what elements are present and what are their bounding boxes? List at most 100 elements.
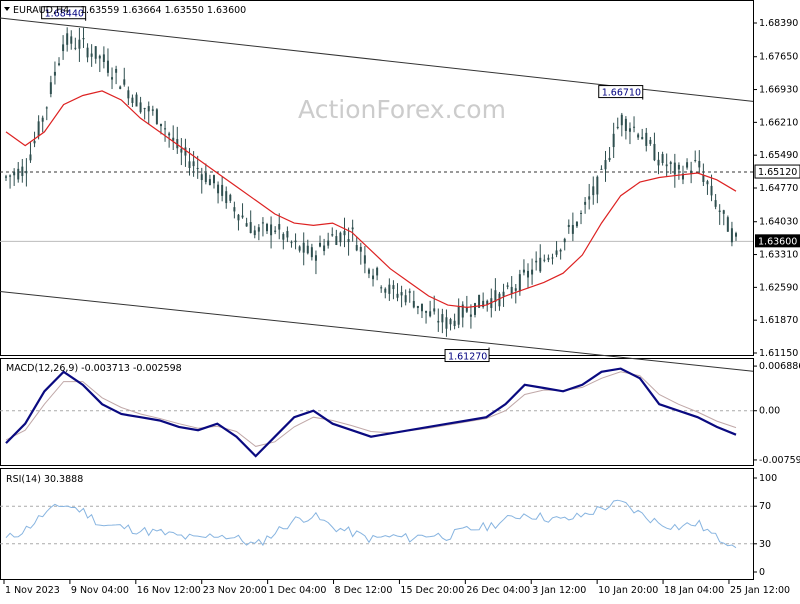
candle xyxy=(706,179,709,195)
candle xyxy=(347,227,350,256)
candle xyxy=(400,285,403,308)
candle xyxy=(123,67,126,87)
chart-window: ActionForex.com 1.65120 1.63600 1.68440 1.… xyxy=(0,0,800,600)
candle-body xyxy=(396,293,399,298)
candle xyxy=(53,61,56,85)
candle-body xyxy=(677,164,680,170)
candle xyxy=(298,245,301,253)
candle xyxy=(245,217,248,227)
candle-body xyxy=(592,186,595,196)
candle xyxy=(441,308,444,334)
price-tick-label: 1.64770 xyxy=(759,183,798,194)
candle-body xyxy=(278,224,281,230)
watermark: ActionForex.com xyxy=(298,95,506,124)
candle xyxy=(600,165,603,170)
candle xyxy=(653,132,656,162)
candle-body xyxy=(543,259,546,261)
candle-body xyxy=(147,106,150,112)
candle xyxy=(543,254,546,263)
candle-body xyxy=(123,79,126,85)
candle xyxy=(151,105,154,116)
candle-body xyxy=(425,310,428,313)
macd-signal-line xyxy=(5,371,737,447)
chart-ohlc: 1.63559 1.63664 1.63550 1.63600 xyxy=(80,5,246,16)
candle-body xyxy=(584,201,587,205)
candle-body xyxy=(70,36,73,44)
candle-body xyxy=(351,227,354,230)
candle-body xyxy=(90,53,93,57)
candle-body xyxy=(115,68,118,73)
candle-body xyxy=(441,314,444,323)
candle-body xyxy=(127,90,130,99)
candle xyxy=(514,284,517,304)
candle-body xyxy=(392,285,395,290)
candle xyxy=(392,280,395,300)
macd-panel-frame xyxy=(0,358,754,466)
candle xyxy=(355,236,358,252)
macd-label: MACD(12,26,9) -0.003713 -0.002598 xyxy=(6,363,182,374)
candle-body xyxy=(730,228,733,243)
candle xyxy=(21,158,24,183)
candle xyxy=(233,201,236,219)
candle xyxy=(649,136,652,146)
candle-body xyxy=(608,157,611,161)
candle xyxy=(111,67,114,90)
candle-body xyxy=(347,239,350,243)
candle xyxy=(266,222,269,235)
candle xyxy=(518,269,521,296)
candle-body xyxy=(498,293,501,307)
candle xyxy=(425,310,428,324)
candle xyxy=(686,158,689,170)
x-tick-label: 18 Jan 04:00 xyxy=(664,585,724,596)
candle xyxy=(5,174,7,182)
candle xyxy=(306,239,309,255)
x-tick-label: 15 Dec 20:00 xyxy=(400,585,464,596)
candle xyxy=(730,221,733,247)
candle xyxy=(527,263,530,289)
x-tick-label: 1 Nov 2023 xyxy=(5,585,60,596)
candle xyxy=(302,232,305,266)
candle xyxy=(217,181,220,204)
candle-body xyxy=(335,236,338,245)
candle-body xyxy=(5,176,7,178)
price-tick-label: 1.66210 xyxy=(759,117,798,128)
rsi-label: RSI(14) 30.3888 xyxy=(6,474,83,485)
candle xyxy=(294,233,297,250)
candle-body xyxy=(237,214,240,221)
current-price-label: 1.63600 xyxy=(758,236,797,247)
candle-body xyxy=(143,107,146,110)
candle-body xyxy=(551,257,554,259)
candle-body xyxy=(473,303,476,315)
price-tick-label: 1.67650 xyxy=(759,52,798,63)
candle xyxy=(449,317,452,331)
x-tick-label: 23 Nov 20:00 xyxy=(203,585,267,596)
candle-body xyxy=(694,160,697,162)
candle xyxy=(559,248,562,260)
candle xyxy=(229,193,232,204)
candle-body xyxy=(575,221,578,227)
candle xyxy=(592,176,595,205)
price-tick-label: 1.64030 xyxy=(759,217,798,228)
candle-body xyxy=(465,307,468,312)
candle xyxy=(155,108,158,125)
candle xyxy=(127,86,130,106)
candle xyxy=(143,107,146,120)
candle xyxy=(567,219,570,234)
candle xyxy=(482,292,485,309)
candle xyxy=(580,210,583,225)
candle xyxy=(457,298,460,329)
candle-body xyxy=(98,55,101,59)
macd-tick-label: -0.007591 xyxy=(759,455,800,466)
candle-body xyxy=(168,133,171,136)
candle xyxy=(698,150,701,174)
dropdown-triangle-icon[interactable] xyxy=(4,7,10,11)
candle xyxy=(445,309,448,337)
candle-body xyxy=(221,184,224,196)
candle xyxy=(380,285,383,293)
price-tick-label: 1.68390 xyxy=(759,18,798,29)
candle-body xyxy=(111,77,114,80)
candle-body xyxy=(645,132,648,146)
candle-body xyxy=(686,162,689,168)
candle xyxy=(249,210,252,234)
candle xyxy=(147,101,150,125)
